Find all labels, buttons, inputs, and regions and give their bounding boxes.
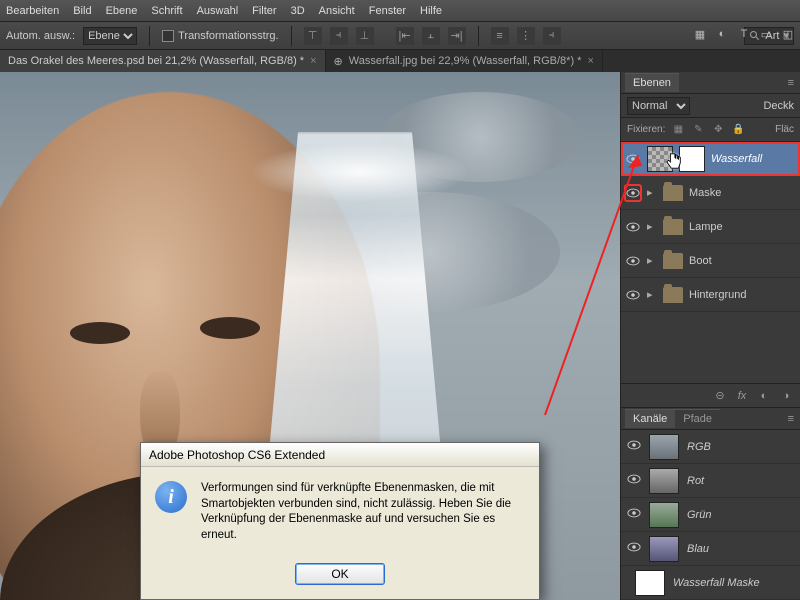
panel-menu-icon[interactable]: ≡	[782, 77, 800, 89]
cursor-icon	[665, 152, 683, 170]
paths-tab[interactable]: Pfade	[675, 409, 720, 428]
menu-image[interactable]: Bild	[73, 5, 91, 17]
align-vmid-icon[interactable]: ⫞	[330, 27, 348, 45]
expand-icon[interactable]: ▸	[647, 220, 657, 233]
menu-edit[interactable]: Bearbeiten	[6, 5, 59, 17]
channel-rgb[interactable]: RGB	[621, 430, 800, 464]
channel-thumb	[649, 468, 679, 494]
menu-help[interactable]: Hilfe	[420, 5, 442, 17]
filter-smart-icon[interactable]: ◫	[780, 26, 796, 42]
fill-label: Fläc	[775, 124, 794, 135]
lock-paint-icon[interactable]: ✎	[691, 123, 705, 137]
dialog-message: Verformungen sind für verknüpfte Ebenenm…	[201, 481, 525, 543]
channels-tab[interactable]: Kanäle	[625, 409, 675, 428]
align-hcenter-icon[interactable]: ⫠	[422, 27, 440, 45]
visibility-icon[interactable]	[625, 151, 641, 167]
document-tab-1[interactable]: Das Orakel des Meeres.psd bei 21,2% (Was…	[0, 50, 326, 72]
filter-image-icon[interactable]: ▦	[692, 26, 708, 42]
visibility-icon[interactable]	[625, 287, 641, 303]
document-tabs: Das Orakel des Meeres.psd bei 21,2% (Was…	[0, 50, 800, 72]
lock-move-icon[interactable]: ✥	[711, 123, 725, 137]
layer-panel-buttons: ⊝ fx ◐ ◑	[621, 383, 800, 407]
visibility-icon[interactable]	[627, 440, 641, 453]
distribute2-icon[interactable]: ⋮	[517, 27, 535, 45]
document-tab-2[interactable]: ⊕ Wasserfall.jpg bei 22,9% (Wasserfall, …	[326, 50, 603, 72]
channel-wasserfall-maske[interactable]: Wasserfall Maske	[621, 566, 800, 600]
menu-type[interactable]: Schrift	[151, 5, 182, 17]
channel-gruen[interactable]: Grün	[621, 498, 800, 532]
filter-type-icon[interactable]: T	[736, 26, 752, 42]
expand-icon[interactable]: ▸	[647, 288, 657, 301]
linked-icon: ⊕	[334, 55, 343, 68]
ok-button[interactable]: OK	[295, 563, 385, 585]
menu-window[interactable]: Fenster	[369, 5, 406, 17]
panel-menu-icon[interactable]: ≡	[782, 413, 800, 425]
channel-thumb	[635, 570, 665, 596]
menu-filter[interactable]: Filter	[252, 5, 276, 17]
menu-bar: Bearbeiten Bild Ebene Schrift Auswahl Fi…	[0, 0, 800, 22]
lock-all-icon[interactable]: 🔒	[731, 123, 745, 137]
close-icon[interactable]: ×	[310, 55, 316, 67]
visibility-icon[interactable]	[625, 219, 641, 235]
close-icon[interactable]: ×	[587, 55, 593, 67]
layer-filter-icons: ▦ ◐ T ▭ ◫	[692, 26, 796, 42]
adjust-icon[interactable]: ◑	[778, 388, 794, 404]
channel-thumb	[649, 536, 679, 562]
menu-view[interactable]: Ansicht	[319, 5, 355, 17]
visibility-icon[interactable]	[627, 542, 641, 555]
auto-select-label: Autom. ausw.:	[6, 30, 75, 42]
visibility-icon[interactable]	[627, 474, 641, 487]
layers-tab[interactable]: Ebenen	[625, 73, 679, 92]
expand-icon[interactable]: ▸	[647, 254, 657, 267]
channel-rot[interactable]: Rot	[621, 464, 800, 498]
folder-icon	[663, 219, 683, 235]
visibility-icon[interactable]	[625, 253, 641, 269]
blend-mode-dropdown[interactable]: Normal	[627, 97, 690, 115]
layer-lampe[interactable]: ▸ Lampe	[621, 210, 800, 244]
channel-thumb	[649, 502, 679, 528]
expand-icon[interactable]: ▸	[647, 186, 657, 199]
layer-hintergrund[interactable]: ▸ Hintergrund	[621, 278, 800, 312]
document-canvas[interactable]: Adobe Photoshop CS6 Extended i Verformun…	[0, 72, 620, 600]
fx-icon[interactable]: fx	[734, 388, 750, 404]
layer-maske[interactable]: ▸ Maske	[621, 176, 800, 210]
transform-controls-checkbox[interactable]: Transformationsstrg.	[162, 30, 278, 42]
align-right-icon[interactable]: ⇥|	[448, 27, 466, 45]
options-bar: Autom. ausw.: Ebene Transformationsstrg.…	[0, 22, 800, 50]
visibility-icon[interactable]	[627, 508, 641, 521]
menu-layer[interactable]: Ebene	[106, 5, 138, 17]
lock-trans-icon[interactable]: ▦	[671, 123, 685, 137]
dialog-titlebar[interactable]: Adobe Photoshop CS6 Extended	[141, 443, 539, 467]
alert-dialog: Adobe Photoshop CS6 Extended i Verformun…	[140, 442, 540, 600]
menu-select[interactable]: Auswahl	[197, 5, 239, 17]
layer-wasserfall[interactable]: Wasserfall	[621, 142, 800, 176]
visibility-icon[interactable]	[625, 185, 641, 201]
mask-icon[interactable]: ◐	[756, 388, 772, 404]
auto-select-dropdown[interactable]: Ebene	[83, 27, 137, 45]
filter-shape-icon[interactable]: ▭	[758, 26, 774, 42]
align-bottom-icon[interactable]: ⊥	[356, 27, 374, 45]
menu-3d[interactable]: 3D	[291, 5, 305, 17]
distribute-icon[interactable]: ≡	[491, 27, 509, 45]
folder-icon	[663, 185, 683, 201]
align-left-icon[interactable]: |⇤	[396, 27, 414, 45]
layer-boot[interactable]: ▸ Boot	[621, 244, 800, 278]
link-icon[interactable]: ⊝	[712, 388, 728, 404]
opacity-label: Deckk	[763, 100, 794, 112]
folder-icon	[663, 253, 683, 269]
lock-label: Fixieren:	[627, 124, 665, 135]
right-panels: Ebenen ≡ Normal Deckk Fixieren: ▦ ✎ ✥ 🔒 …	[620, 72, 800, 600]
info-icon: i	[155, 481, 187, 513]
channel-blau[interactable]: Blau	[621, 532, 800, 566]
align-top-icon[interactable]: ⊤	[304, 27, 322, 45]
distribute3-icon[interactable]: ⫞	[543, 27, 561, 45]
filter-adjust-icon[interactable]: ◐	[714, 26, 730, 42]
folder-icon	[663, 287, 683, 303]
channel-thumb	[649, 434, 679, 460]
layer-list[interactable]: Wasserfall ▸ Maske ▸ Lampe ▸ Boot	[621, 142, 800, 383]
